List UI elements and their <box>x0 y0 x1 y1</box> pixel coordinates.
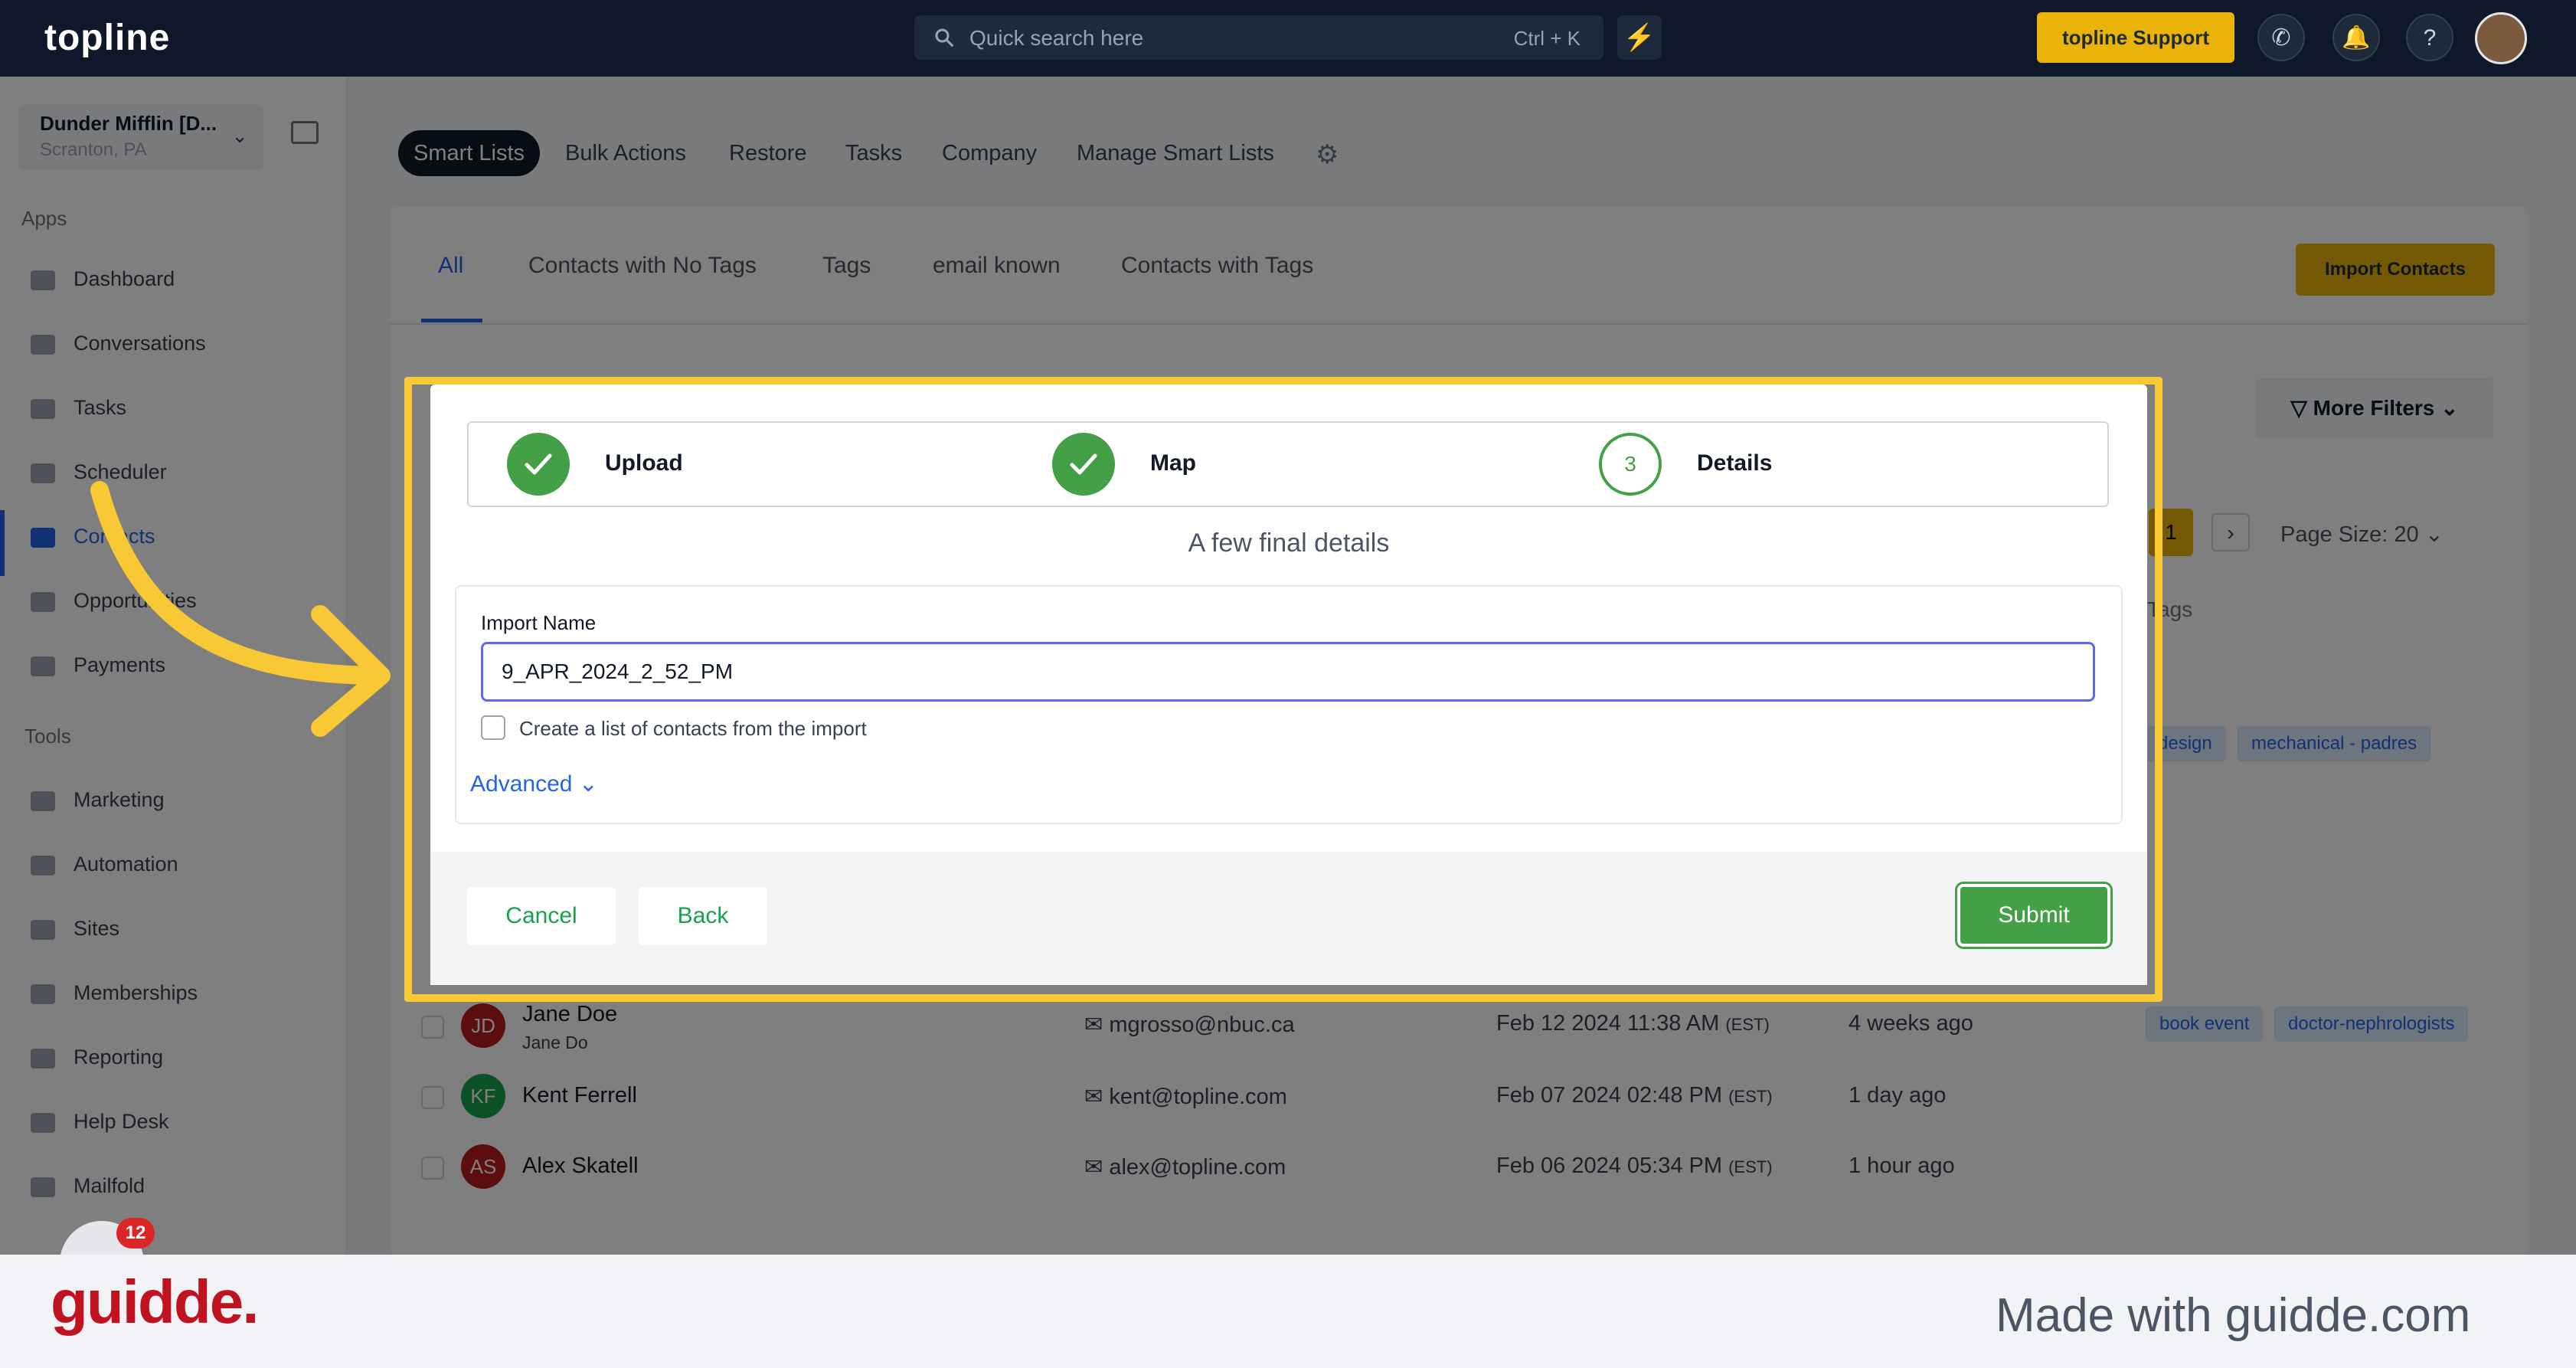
guidde-logo: guidde. <box>51 1268 259 1336</box>
search-placeholder: Quick search here <box>969 26 1144 50</box>
user-avatar[interactable] <box>2475 12 2527 64</box>
lightning-icon[interactable]: ⚡ <box>1617 15 1662 60</box>
search-icon <box>935 28 954 47</box>
highlight-frame <box>404 377 2162 1002</box>
support-button[interactable]: topline Support <box>2037 12 2234 63</box>
phone-icon[interactable]: ✆ <box>2257 14 2305 61</box>
app-logo[interactable]: topline <box>44 17 170 59</box>
help-icon[interactable]: ? <box>2406 14 2453 61</box>
bell-icon[interactable]: 🔔 <box>2332 14 2380 61</box>
pointer-arrow-icon <box>90 481 391 737</box>
search-shortcut: Ctrl + K <box>1513 27 1581 50</box>
made-with-text: Made with guidde.com <box>1996 1289 2471 1342</box>
notification-badge: 12 <box>116 1218 155 1249</box>
quick-search[interactable]: Quick search here Ctrl + K <box>914 15 1603 60</box>
